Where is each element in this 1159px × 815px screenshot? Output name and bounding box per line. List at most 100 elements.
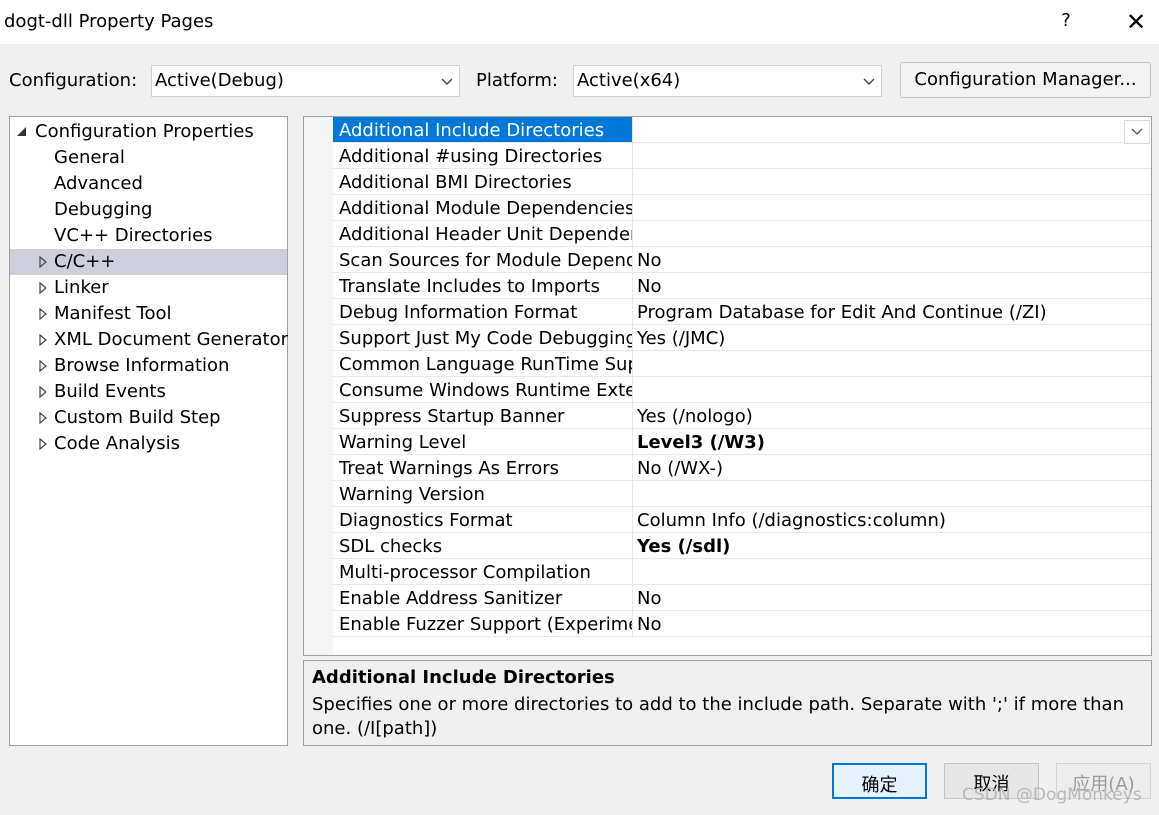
tree-item-custom-build-step[interactable]: Custom Build Step (10, 405, 287, 431)
property-row[interactable]: Diagnostics Format Column Info (/diagnost… (333, 507, 1151, 533)
property-value[interactable]: Yes (/JMC) (632, 325, 1151, 350)
property-row[interactable]: SDL checks Yes (/sdl) (333, 533, 1151, 559)
category-tree[interactable]: Configuration Properties General Advance… (9, 116, 288, 746)
tree-item-browse-information[interactable]: Browse Information (10, 353, 287, 379)
property-row[interactable]: Additional Include Directories (333, 117, 1151, 144)
configuration-combo[interactable]: Active(Debug) (151, 65, 460, 97)
property-row[interactable]: Consume Windows Runtime Extension (333, 377, 1151, 403)
property-name[interactable]: Debug Information Format (333, 299, 632, 324)
property-value[interactable]: Level3 (/W3) (632, 429, 1151, 454)
property-row[interactable]: Treat Warnings As Errors No (/WX-) (333, 455, 1151, 481)
property-name[interactable]: Additional Include Directories (333, 117, 632, 142)
tree-item-label: C/C++ (54, 251, 116, 272)
property-name[interactable]: Additional Header Unit Dependencies (333, 221, 632, 246)
property-row[interactable]: Additional Module Dependencies (333, 195, 1151, 221)
property-row[interactable]: Common Language RunTime Support (333, 351, 1151, 377)
property-name[interactable]: Suppress Startup Banner (333, 403, 632, 428)
property-value[interactable] (632, 351, 1151, 376)
property-row[interactable]: Multi-processor Compilation (333, 559, 1151, 585)
tree-item-code-analysis[interactable]: Code Analysis (10, 431, 287, 457)
tree-item-label: Browse Information (54, 355, 230, 376)
chevron-down-icon (863, 78, 875, 85)
collapsed-triangle-icon (39, 307, 47, 321)
property-value[interactable] (632, 377, 1151, 402)
property-value[interactable]: No (632, 611, 1151, 636)
property-name[interactable]: Support Just My Code Debugging (333, 325, 632, 350)
property-name[interactable]: Enable Address Sanitizer (333, 585, 632, 610)
tree-item-manifest-tool[interactable]: Manifest Tool (10, 301, 287, 327)
property-value[interactable]: No (632, 273, 1151, 298)
property-value[interactable]: No (/WX-) (632, 455, 1151, 480)
property-value[interactable]: No (632, 585, 1151, 610)
tree-item-vc-directories[interactable]: VC++ Directories (10, 223, 287, 249)
property-row[interactable]: Support Just My Code Debugging Yes (/JMC) (333, 325, 1151, 351)
property-value[interactable] (632, 195, 1151, 220)
property-name[interactable]: Diagnostics Format (333, 507, 632, 532)
collapsed-triangle-icon (39, 385, 47, 399)
platform-combo[interactable]: Active(x64) (573, 65, 882, 97)
description-text: Specifies one or more directories to add… (312, 694, 1124, 739)
tree-item-debugging[interactable]: Debugging (10, 197, 287, 223)
tree-root-configuration-properties[interactable]: Configuration Properties (10, 119, 287, 145)
property-row[interactable]: Scan Sources for Module DependenciesNo (333, 247, 1151, 273)
property-name[interactable]: Multi-processor Compilation (333, 559, 632, 584)
tree-item-c-cpp[interactable]: C/C++ (10, 249, 287, 275)
property-name[interactable]: Common Language RunTime Support (333, 351, 632, 376)
expanded-triangle-icon (17, 127, 26, 136)
property-value[interactable] (632, 117, 1151, 142)
grid-gutter (304, 117, 333, 655)
property-name[interactable]: Translate Includes to Imports (333, 273, 632, 298)
platform-label: Platform: (476, 70, 558, 91)
property-name[interactable]: Consume Windows Runtime Extension (333, 377, 632, 402)
property-row[interactable]: Translate Includes to Imports No (333, 273, 1151, 299)
property-value[interactable]: Yes (/nologo) (632, 403, 1151, 428)
tree-item-build-events[interactable]: Build Events (10, 379, 287, 405)
tree-item-advanced[interactable]: Advanced (10, 171, 287, 197)
property-name[interactable]: Warning Version (333, 481, 632, 506)
property-row[interactable]: Additional #using Directories (333, 143, 1151, 169)
value-dropdown-button[interactable] (1124, 120, 1150, 144)
tree-item-general[interactable]: General (10, 145, 287, 171)
property-value[interactable] (632, 169, 1151, 194)
property-value[interactable] (632, 559, 1151, 584)
help-button[interactable]: ? (1059, 10, 1073, 31)
property-row[interactable]: Enable Address Sanitizer No (333, 585, 1151, 611)
property-name[interactable]: Additional Module Dependencies (333, 195, 632, 220)
configuration-manager-button[interactable]: Configuration Manager... (900, 62, 1151, 98)
tree-item-label: XML Document Generator (54, 329, 288, 350)
property-value[interactable]: Column Info (/diagnostics:column) (632, 507, 1151, 532)
property-value[interactable]: Program Database for Edit And Continue (… (632, 299, 1151, 324)
tree-item-xml-document-generator[interactable]: XML Document Generator (10, 327, 288, 353)
property-name[interactable]: Scan Sources for Module Dependencies (333, 247, 632, 272)
property-grid[interactable]: Additional Include Directories Additional… (303, 116, 1152, 656)
tree-item-linker[interactable]: Linker (10, 275, 287, 301)
property-row[interactable]: Warning Level Level3 (/W3) (333, 429, 1151, 455)
property-name[interactable]: SDL checks (333, 533, 632, 558)
collapsed-triangle-icon (39, 411, 47, 425)
tree-item-label: General (54, 147, 125, 168)
property-value[interactable]: Yes (/sdl) (632, 533, 1151, 558)
property-name[interactable]: Treat Warnings As Errors (333, 455, 632, 480)
property-value[interactable] (632, 221, 1151, 246)
property-row[interactable]: Additional BMI Directories (333, 169, 1151, 195)
property-value[interactable] (632, 481, 1151, 506)
tree-item-label: Build Events (54, 381, 166, 402)
property-name[interactable]: Enable Fuzzer Support (Experimental) (333, 611, 632, 636)
property-name[interactable]: Warning Level (333, 429, 632, 454)
property-row[interactable]: Suppress Startup Banner Yes (/nologo) (333, 403, 1151, 429)
property-row[interactable]: Debug Information Format Program Database… (333, 299, 1151, 325)
property-value[interactable]: No (632, 247, 1151, 272)
chevron-down-icon (441, 78, 453, 85)
ok-button[interactable]: 确定 (832, 763, 927, 799)
property-name[interactable]: Additional BMI Directories (333, 169, 632, 194)
tree-item-label: Linker (54, 277, 109, 298)
collapsed-triangle-icon (39, 359, 47, 373)
close-icon[interactable]: ✕ (1124, 8, 1148, 36)
tree-item-label: Custom Build Step (54, 407, 221, 428)
property-row[interactable]: Additional Header Unit Dependencies (333, 221, 1151, 247)
property-row[interactable]: Warning Version (333, 481, 1151, 507)
tree-item-label: Configuration Properties (35, 121, 254, 142)
property-value[interactable] (632, 143, 1151, 168)
property-row[interactable]: Enable Fuzzer Support (Experimental)No (333, 611, 1151, 637)
property-name[interactable]: Additional #using Directories (333, 143, 632, 168)
